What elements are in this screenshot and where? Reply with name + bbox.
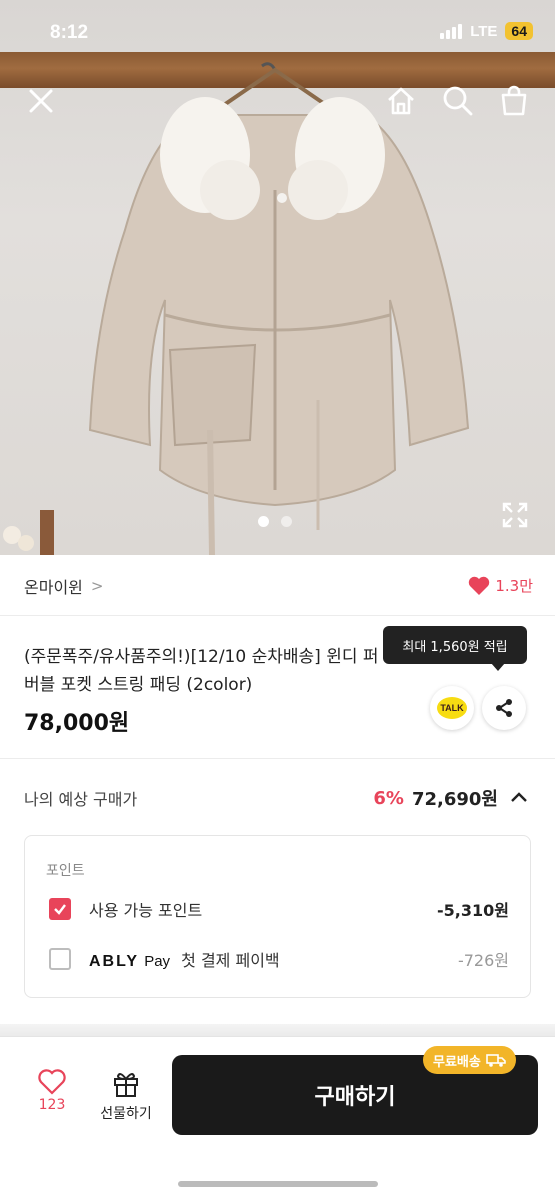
points-available-value: -5,310원 — [437, 901, 509, 920]
store-likes-count: 1.3만 — [495, 577, 533, 595]
truck-icon — [486, 1054, 506, 1067]
free-shipping-badge: 무료배송 — [423, 1046, 516, 1074]
expected-price-value: 72,690원 — [411, 789, 498, 810]
product-price: 78,000원 — [24, 711, 130, 736]
chevron-up-icon[interactable] — [506, 785, 532, 811]
chevron-right-icon: > — [90, 576, 104, 595]
battery-indicator: 64 — [505, 22, 533, 40]
points-card: 포인트 사용 가능 포인트 -5,310원 ABLY Pay 첫 결제 페이백 … — [24, 835, 531, 998]
reward-tooltip: 최대 1,560원 적립 — [383, 626, 527, 671]
points-row-available[interactable]: 사용 가능 포인트 -5,310원 — [49, 896, 509, 922]
expected-price-row[interactable]: 나의 예상 구매가 6% 72,690원 — [24, 780, 532, 816]
wishlist-button[interactable]: 123 — [32, 1069, 72, 1113]
product-title: (주문폭주/유사품주의!)[12/10 순차배송] 윈디 퍼 버블 포켓 스트링… — [24, 647, 379, 695]
section-divider — [0, 758, 555, 759]
ablypay-cashback-label: 첫 결제 페이백 — [181, 951, 280, 970]
shopping-bag-icon[interactable] — [497, 84, 531, 118]
ably-pay-label: Pay — [144, 953, 171, 970]
expand-icon[interactable] — [500, 500, 530, 530]
share-button[interactable] — [482, 686, 526, 730]
status-indicators: LTE 64 — [440, 22, 533, 40]
check-icon — [54, 904, 66, 915]
checkbox-checked[interactable] — [49, 898, 71, 920]
wishlist-count: 123 — [38, 1097, 66, 1113]
heart-filled-icon — [469, 576, 490, 595]
store-name: 온마이윈 — [24, 577, 83, 597]
close-icon[interactable] — [24, 84, 58, 118]
expected-discount: 6% — [373, 787, 404, 809]
store-likes[interactable]: 1.3만 — [468, 575, 533, 596]
gift-icon — [114, 1073, 138, 1097]
store-row[interactable]: 온마이윈 > 1.3만 — [0, 556, 555, 616]
points-title: 포인트 — [46, 863, 85, 879]
points-available-label: 사용 가능 포인트 — [89, 901, 203, 920]
signal-icon — [440, 23, 463, 39]
points-row-ablypay[interactable]: ABLY Pay 첫 결제 페이백 -726원 — [49, 946, 509, 972]
ablypay-cashback-value: -726원 — [457, 951, 509, 970]
gift-label: 선물하기 — [100, 1106, 152, 1122]
ably-logo: ABLY — [89, 953, 140, 970]
gift-button[interactable]: 선물하기 — [94, 1069, 158, 1123]
free-shipping-label: 무료배송 — [433, 1054, 481, 1070]
kakaotalk-share-button[interactable]: TALK — [430, 686, 474, 730]
network-label: LTE — [470, 22, 498, 40]
home-icon[interactable] — [384, 84, 418, 118]
flower-decoration — [3, 510, 54, 555]
checkbox-unchecked[interactable] — [49, 948, 71, 970]
share-icon — [496, 699, 512, 717]
carousel-dot-active — [258, 516, 269, 527]
expected-price-label: 나의 예상 구매가 — [24, 790, 138, 809]
status-time: 8:12 — [50, 22, 89, 43]
heart-outline-icon — [38, 1069, 66, 1095]
kakaotalk-icon: TALK — [437, 697, 467, 719]
bottom-action-bar: 123 선물하기 구매하기 무료배송 — [0, 1036, 555, 1200]
carousel-dots — [258, 516, 292, 527]
home-indicator — [178, 1181, 378, 1187]
search-icon[interactable] — [441, 84, 475, 118]
store-link[interactable]: 온마이윈 > — [24, 574, 103, 598]
carousel-dot — [281, 516, 292, 527]
